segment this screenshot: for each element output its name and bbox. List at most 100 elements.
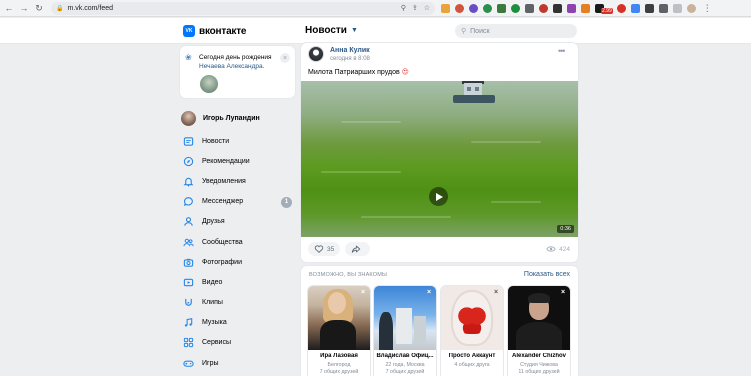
extension-icon[interactable] — [511, 3, 520, 13]
extension-icon[interactable] — [525, 3, 534, 13]
heart-eyes-emoji: 😍 — [401, 69, 409, 76]
sidebar-item-recommendations[interactable]: Рекомендации — [182, 151, 294, 171]
close-icon[interactable]: × — [425, 289, 433, 297]
profile-link[interactable]: Игорь Лупандин — [181, 111, 260, 126]
reload-icon[interactable]: ↻ — [33, 2, 45, 14]
friend-info-line: 7 общих друзей — [319, 368, 359, 375]
video-icon — [182, 276, 194, 288]
friend-card[interactable]: × Alexander Chizhov Студия Чижова 11 общ… — [508, 286, 570, 376]
sidebar-item-label: Новости — [202, 137, 230, 145]
friend-info-line: 11 общих друзей — [518, 368, 560, 375]
birthday-avatar[interactable] — [200, 75, 218, 93]
avatar — [181, 111, 196, 126]
friend-info: 4 общих друга — [443, 362, 501, 369]
sidebar-item-label: Друзья — [202, 218, 225, 226]
sidebar-item-clips[interactable]: Клипы — [182, 293, 294, 313]
puzzle-icon[interactable] — [658, 3, 668, 13]
birthday-name-link[interactable]: Нечаева Александра. — [199, 63, 264, 70]
close-icon[interactable]: × — [280, 53, 290, 63]
compass-icon — [182, 155, 194, 167]
search-input[interactable]: ⚲ Поиск — [455, 24, 577, 38]
more-options-icon[interactable]: ••• — [558, 46, 566, 56]
back-icon[interactable]: ← — [3, 2, 15, 14]
gamepad-icon — [182, 357, 194, 369]
section-title: ВОЗМОЖНО, ВЫ ЗНАКОМЫ — [309, 272, 388, 278]
url-text[interactable]: m.vk.com/feed — [67, 5, 113, 12]
extension-icon[interactable] — [441, 3, 450, 13]
share-icon[interactable]: ⇪ — [412, 4, 418, 12]
heart-icon — [314, 245, 324, 253]
sidebar-menu: Новости Рекомендации Уведомления Мессенд… — [182, 131, 294, 373]
share-arrow-icon — [352, 245, 361, 253]
feed-title-dropdown[interactable]: Новости ▼ — [305, 25, 358, 36]
sidebar-item-label: Уведомления — [202, 177, 246, 185]
extension-icon[interactable] — [483, 3, 492, 13]
friend-info: Белгород 7 общих друзей — [310, 362, 368, 375]
friend-card[interactable]: × Просто Аккаунт 4 общих друга — [441, 286, 503, 376]
post-timestamp[interactable]: сегодня в 8:08 — [330, 56, 370, 62]
share-button[interactable] — [345, 242, 371, 256]
zoom-icon[interactable]: ⚲ — [401, 4, 406, 12]
friend-card[interactable]: × Ира Лазовая Белгород 7 общих друзей — [308, 286, 370, 376]
lock-icon[interactable]: 🔒 — [56, 5, 63, 12]
sidebar-item-notifications[interactable]: Уведомления — [182, 171, 294, 191]
extension-icon[interactable] — [581, 3, 590, 13]
show-all-link[interactable]: Показать всех — [524, 271, 570, 278]
camera-icon — [182, 256, 194, 268]
address-bar[interactable]: 🔒 m.vk.com/feed ⚲ ⇪ ☆ — [51, 1, 435, 15]
grid-icon — [182, 337, 194, 349]
sidebar-item-news[interactable]: Новости — [182, 131, 294, 151]
post-author-link[interactable]: Анна Кулик — [330, 47, 370, 54]
bookmark-star-icon[interactable]: ☆ — [424, 4, 430, 12]
search-icon: ⚲ — [461, 28, 467, 35]
extension-icon[interactable] — [644, 3, 654, 13]
extension-icon[interactable] — [469, 3, 478, 13]
unread-badge: 1 — [281, 196, 292, 208]
sidebar-item-photos[interactable]: Фотографии — [182, 252, 294, 272]
vk-logo[interactable]: VK вконтакте — [183, 25, 246, 37]
close-icon[interactable]: × — [559, 289, 567, 297]
sidebar-item-label: Фотографии — [202, 258, 243, 266]
friend-name[interactable]: Просто Аккаунт — [443, 353, 501, 359]
friend-name[interactable]: Ира Лазовая — [310, 353, 368, 359]
friend-name[interactable]: Владислав Офиц... — [376, 353, 434, 359]
sidebar-item-music[interactable]: Музыка — [182, 313, 294, 333]
sidebar-item-label: Клипы — [202, 299, 223, 307]
extension-icon[interactable] — [539, 3, 548, 13]
extension-icon[interactable] — [567, 3, 576, 13]
friend-card[interactable]: × Владислав Офиц... 22 года, Москва 7 об… — [374, 286, 436, 376]
sidebar-item-communities[interactable]: Сообщества — [182, 232, 294, 252]
extension-icon[interactable] — [497, 3, 506, 13]
like-button[interactable]: 35 — [308, 242, 341, 256]
search-placeholder: Поиск — [470, 27, 490, 35]
close-icon[interactable]: × — [492, 289, 500, 297]
sidebar-item-friends[interactable]: Друзья — [182, 212, 294, 232]
video-player[interactable]: 0:36 — [301, 81, 578, 237]
extension-icon[interactable] — [630, 3, 640, 13]
sidebar-item-video[interactable]: Видео — [182, 272, 294, 292]
sidebar-item-label: Мессенджер — [202, 198, 244, 206]
post-author-avatar[interactable] — [308, 46, 324, 62]
sidepanel-icon[interactable] — [672, 3, 682, 13]
extension-icon[interactable] — [553, 3, 562, 13]
sidebar-item-services[interactable]: Сервисы — [182, 333, 294, 353]
extensions-strip: 2.99 ⋮ — [441, 2, 712, 14]
extension-icon[interactable] — [455, 3, 464, 13]
feed-post: Анна Кулик сегодня в 8:08 ••• Милота Пат… — [301, 43, 578, 262]
boat-image — [453, 81, 495, 109]
play-icon[interactable] — [429, 187, 448, 206]
browser-toolbar: ← → ↻ 🔒 m.vk.com/feed ⚲ ⇪ ☆ 2.99 ⋮ — [0, 0, 751, 17]
extension-icon[interactable] — [616, 3, 626, 13]
chrome-menu-icon[interactable]: ⋮ — [703, 3, 712, 14]
sidebar-item-games[interactable]: Игры — [182, 353, 294, 373]
close-icon[interactable]: × — [359, 289, 367, 297]
sidebar-item-label: Сообщества — [202, 238, 243, 246]
sidebar-item-messenger[interactable]: Мессенджер 1 — [182, 192, 294, 212]
clips-icon — [182, 297, 194, 309]
extension-badge: 2.99 — [601, 8, 613, 14]
profile-avatar[interactable] — [686, 3, 696, 13]
bell-icon — [182, 175, 194, 187]
forward-icon[interactable]: → — [18, 2, 30, 14]
friend-name[interactable]: Alexander Chizhov — [510, 353, 568, 359]
like-count: 35 — [327, 245, 335, 253]
